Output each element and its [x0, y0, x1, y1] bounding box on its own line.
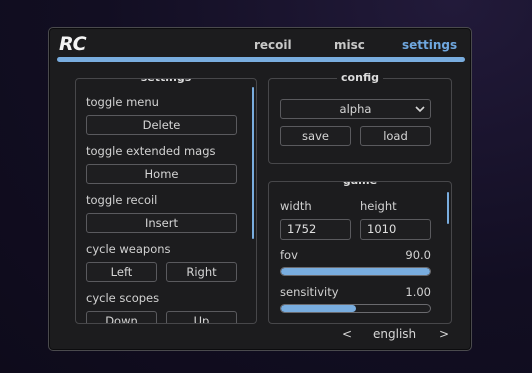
width-label: width	[280, 199, 312, 213]
cycle-scopes-down-button[interactable]: Down	[86, 311, 157, 323]
height-input[interactable]: 1010	[360, 219, 431, 240]
main-window: RC recoil misc settings settings toggle …	[48, 27, 472, 351]
language-next-button[interactable]: >	[439, 327, 449, 341]
cycle-scopes-up-button[interactable]: Up	[166, 311, 237, 323]
config-select[interactable]: alpha	[280, 99, 431, 119]
toggle-recoil-label: toggle recoil	[86, 193, 158, 207]
tab-settings[interactable]: settings	[402, 38, 457, 52]
cycle-weapons-left-button[interactable]: Left	[86, 262, 157, 282]
sensitivity-slider[interactable]	[280, 304, 431, 313]
game-panel-title: game	[338, 182, 382, 188]
settings-panel-title: settings	[136, 79, 196, 85]
height-label: height	[360, 199, 397, 213]
load-button[interactable]: load	[360, 126, 431, 146]
sensitivity-value: 1.00	[405, 285, 431, 299]
toggle-extended-mags-key-button[interactable]: Home	[86, 164, 237, 184]
width-input[interactable]: 1752	[280, 219, 351, 240]
tab-recoil[interactable]: recoil	[254, 38, 292, 52]
fov-slider-fill	[281, 268, 430, 275]
config-select-value: alpha	[339, 102, 372, 116]
game-panel: game width height 1752 1010 fov 90.0 sen…	[268, 181, 452, 324]
config-panel: config alpha save load	[268, 71, 452, 164]
sensitivity-label: sensitivity	[280, 285, 339, 299]
tab-misc[interactable]: misc	[334, 38, 365, 52]
settings-scrollbar[interactable]	[252, 87, 254, 239]
cycle-weapons-label: cycle weapons	[86, 242, 171, 256]
chevron-down-icon	[415, 106, 425, 113]
fov-label: fov	[280, 248, 298, 262]
game-scrollbar[interactable]	[447, 192, 449, 224]
fov-slider[interactable]	[280, 267, 431, 276]
config-panel-title: config	[337, 71, 383, 85]
toggle-menu-key-button[interactable]: Delete	[86, 115, 237, 135]
settings-panel: settings toggle menu Delete toggle exten…	[75, 78, 257, 324]
language-prev-button[interactable]: <	[342, 327, 352, 341]
cycle-weapons-right-button[interactable]: Right	[166, 262, 237, 282]
tab-bar: recoil misc settings	[49, 38, 471, 54]
toggle-recoil-key-button[interactable]: Insert	[86, 213, 237, 233]
cycle-scopes-label: cycle scopes	[86, 291, 160, 305]
toggle-extended-mags-label: toggle extended mags	[86, 144, 216, 158]
save-button[interactable]: save	[280, 126, 351, 146]
toggle-menu-label: toggle menu	[86, 95, 159, 109]
language-label: english	[373, 327, 417, 341]
fov-value: 90.0	[405, 248, 431, 262]
sensitivity-slider-fill	[281, 305, 356, 312]
active-tab-indicator	[57, 57, 465, 62]
